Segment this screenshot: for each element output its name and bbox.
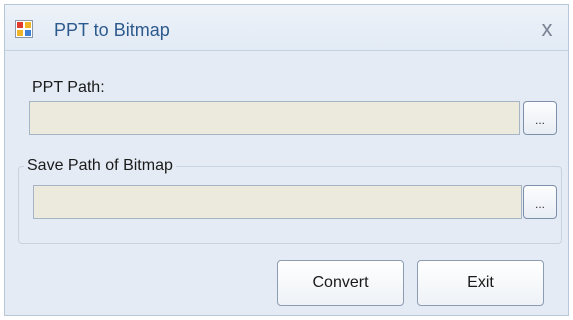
window-title: PPT to Bitmap: [54, 20, 170, 40]
exit-button[interactable]: Exit: [417, 260, 544, 306]
ppt-browse-button[interactable]: ...: [523, 101, 557, 135]
dialog-window: PPT to Bitmap x PPT Path: ... Save Path …: [4, 4, 569, 316]
title-bar[interactable]: PPT to Bitmap x: [5, 5, 568, 51]
save-path-group-label: Save Path of Bitmap: [24, 157, 176, 175]
save-browse-button[interactable]: ...: [523, 185, 557, 219]
ppt-path-label: PPT Path:: [32, 79, 105, 96]
ppt-path-input[interactable]: [29, 101, 520, 135]
convert-button[interactable]: Convert: [277, 260, 404, 306]
application-icon: [15, 20, 33, 38]
close-icon[interactable]: x: [537, 18, 557, 40]
save-path-input[interactable]: [33, 185, 522, 219]
